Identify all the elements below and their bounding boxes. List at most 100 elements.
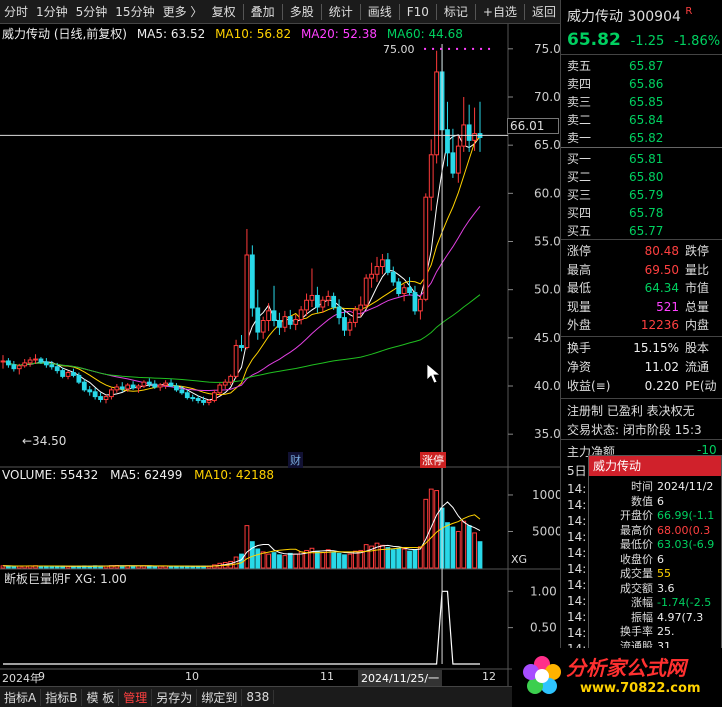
candle-body xyxy=(195,398,201,401)
tooltip-label: 涨幅 xyxy=(631,596,653,609)
candle-body xyxy=(271,310,277,321)
volume-bar xyxy=(271,552,277,569)
bid-price: 65.77 xyxy=(629,224,664,238)
candle-body xyxy=(27,359,33,364)
price-change-pct: -1.86% xyxy=(674,34,721,49)
indicator-b-tab[interactable]: 指标B xyxy=(41,688,83,706)
ma5-line xyxy=(2,134,481,401)
add-watchlist-button[interactable]: +自选 xyxy=(479,0,521,24)
ask-label: 卖一 xyxy=(567,131,592,145)
bind-to-tab[interactable]: 绑定到 xyxy=(197,688,243,706)
tick-time: 14: xyxy=(567,482,587,496)
tab-15min[interactable]: 15分钟 xyxy=(111,0,158,24)
volume-bar xyxy=(293,553,299,569)
tooltip-value: 3.6 xyxy=(657,581,675,595)
volume-ma5: MA5: 62499 xyxy=(110,468,183,482)
date-label-sep: 9 xyxy=(38,670,45,683)
stat-label: 净资 xyxy=(567,360,592,374)
candle-body xyxy=(212,392,217,401)
chart-title: 威力传动 (日线,前复权) xyxy=(2,27,127,41)
overlay-button[interactable]: 叠加 xyxy=(247,0,279,24)
f10-button[interactable]: F10 xyxy=(403,0,433,24)
back-button[interactable]: 返回 xyxy=(528,0,560,24)
tab-more[interactable]: 更多 〉 xyxy=(159,0,207,24)
stat-label: 换手 xyxy=(567,341,592,355)
draw-line-button[interactable]: 画线 xyxy=(364,0,396,24)
ask-row[interactable]: 卖一 65.82 xyxy=(561,129,722,147)
candle-body xyxy=(342,317,347,331)
candle-body xyxy=(374,266,380,275)
volume-value: VOLUME: 55432 xyxy=(2,468,99,482)
bid-row[interactable]: 买四 65.78 xyxy=(561,204,722,222)
volume-bar xyxy=(336,552,342,569)
candle-body xyxy=(109,389,114,398)
tab-intraday[interactable]: 分时 xyxy=(0,0,32,24)
stat-value: 15.15% xyxy=(633,341,679,355)
ma-legend: 威力传动 (日线,前复权) MA5: 63.52 MA10: 56.82 MA2… xyxy=(2,25,469,41)
tooltip-label: 最高价 xyxy=(620,523,653,537)
candle-body xyxy=(347,321,353,331)
tooltip-value: 4.97(7.3 xyxy=(657,610,704,624)
volume-bar xyxy=(417,546,423,569)
tick-time: 14: xyxy=(567,530,587,544)
candle-body xyxy=(190,397,196,400)
price-change: -1.25 xyxy=(630,34,665,49)
ask-row[interactable]: 卖五 65.87 xyxy=(561,57,722,75)
volume-bar xyxy=(320,552,326,569)
candle-body xyxy=(249,254,255,309)
ask-row[interactable]: 卖四 65.86 xyxy=(561,75,722,93)
tooltip-title: 威力传动 xyxy=(589,456,721,476)
tooltip-value: 6 xyxy=(657,494,664,508)
ask-row[interactable]: 卖三 65.85 xyxy=(561,93,722,111)
volume-bar xyxy=(455,530,461,569)
candle-body xyxy=(130,384,136,389)
candle-body xyxy=(244,254,250,348)
indicator-legend: 断板巨量阴F XG: 1.00 xyxy=(4,572,127,586)
candle-body xyxy=(277,320,282,328)
price-tick-label: 65.00 xyxy=(534,138,560,152)
ask-row[interactable]: 卖二 65.84 xyxy=(561,111,722,129)
date-label-cursor: 2024/11/25/一 xyxy=(358,670,443,686)
bid-row[interactable]: 买三 65.79 xyxy=(561,186,722,204)
bid-row[interactable]: 买一 65.81 xyxy=(561,150,722,168)
statistics-button[interactable]: 统计 xyxy=(325,0,357,24)
event-limit-up-badge[interactable]: 涨停 xyxy=(420,452,446,468)
tooltip-row: 振幅 4.97(7.3 xyxy=(589,611,722,625)
adjust-button[interactable]: 复权 xyxy=(208,0,240,24)
price-tick-label: 40.00 xyxy=(534,379,560,393)
date-label-year: 2024年 xyxy=(2,672,41,685)
save-as-tab[interactable]: 另存为 xyxy=(152,688,198,706)
event-financial-badge[interactable]: 财 xyxy=(288,452,303,468)
bid-row[interactable]: 买二 65.80 xyxy=(561,168,722,186)
kline-tooltip: 威力传动 时间 2024/11/2 数值 6 开盘价 66.99(-1.1 最高价 68.00… xyxy=(588,455,722,655)
volume-bar xyxy=(352,550,358,569)
ma10-line xyxy=(2,136,481,396)
stat-label-2: 流通 xyxy=(685,360,710,374)
stat-label-2: 股本 xyxy=(685,341,710,355)
candle-body xyxy=(136,385,141,389)
volume-bar xyxy=(380,544,385,569)
volume-tick-label: 5000 xyxy=(532,524,560,538)
ask-price: 65.85 xyxy=(629,95,664,109)
candle-body xyxy=(87,389,93,393)
manage-tab[interactable]: 管理 xyxy=(119,688,153,706)
stat-label-2: PE(动 xyxy=(685,379,717,393)
ma20-value: MA20: 52.38 xyxy=(300,27,377,41)
bid-row[interactable]: 买五 65.77 xyxy=(561,222,722,240)
ask-label: 卖三 xyxy=(567,95,592,109)
multi-stock-button[interactable]: 多股 xyxy=(286,0,318,24)
tooltip-label: 成交额 xyxy=(620,581,653,595)
candle-body xyxy=(22,362,28,367)
indicator-a-tab[interactable]: 指标A xyxy=(0,688,42,706)
mark-button[interactable]: 标记 xyxy=(440,0,472,24)
stat-row: 现量 521 总量 xyxy=(561,298,722,316)
volume-bar xyxy=(342,554,347,569)
template-tab[interactable]: 模 板 xyxy=(82,688,120,706)
tab-1min[interactable]: 1分钟 xyxy=(32,0,72,24)
candle-body xyxy=(119,386,125,390)
volume-bar xyxy=(287,552,293,569)
tab-5min[interactable]: 5分钟 xyxy=(72,0,112,24)
volume-bar xyxy=(390,549,396,569)
candle-body xyxy=(401,287,407,295)
candle-body xyxy=(293,319,299,325)
